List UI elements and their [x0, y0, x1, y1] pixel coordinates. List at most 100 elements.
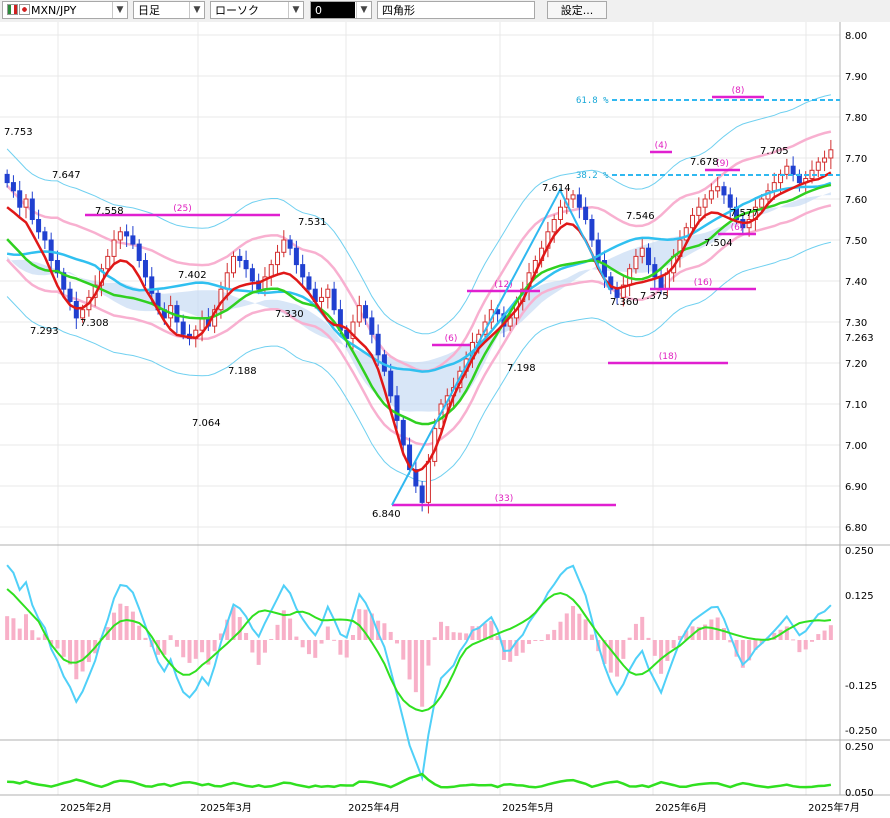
candle	[784, 165, 790, 175]
macd-bar	[420, 640, 425, 707]
settings-button[interactable]: 設定...	[547, 1, 607, 19]
y-tick-label: 7.263	[845, 333, 874, 344]
candle	[67, 288, 73, 303]
symbol-select[interactable]: MXN/JPY ▼	[2, 1, 128, 19]
candle	[589, 219, 595, 241]
candle	[42, 231, 48, 241]
macd-tick-label: -0.125	[845, 681, 877, 692]
candle	[715, 186, 721, 192]
pattern-count-label: (33)	[495, 494, 513, 504]
y-tick-label: 7.90	[845, 72, 867, 83]
macd-bar	[319, 640, 324, 644]
fib-label: 61.8 %	[576, 96, 609, 106]
pattern-count-label: (4)	[655, 141, 668, 151]
y-tick-label: 7.80	[845, 113, 867, 124]
x-tick-label: 2025年6月	[655, 801, 707, 814]
macd-bar	[445, 626, 450, 640]
macd-bar	[803, 640, 808, 650]
candle	[369, 317, 375, 335]
macd-bar	[621, 640, 626, 659]
macd-bar	[24, 614, 29, 640]
macd-bar	[137, 625, 142, 640]
chart-type-select[interactable]: ローソク ▼	[210, 1, 304, 19]
japan-flag-icon	[19, 4, 30, 15]
macd-bar	[306, 640, 311, 655]
candle	[180, 321, 186, 335]
candle	[199, 317, 205, 331]
macd-bar	[520, 640, 525, 653]
macd-bar	[589, 634, 594, 640]
macd-bar	[401, 640, 406, 660]
sub-tick-label: 0.250	[845, 742, 874, 753]
macd-bar	[193, 640, 198, 659]
candle	[690, 214, 696, 229]
candle	[400, 419, 406, 446]
macd-bar	[124, 606, 129, 640]
price-label: 7.360	[610, 297, 639, 308]
price-chart[interactable]: 61.8 %38.2 %(25)(6)(12)(33)(4)(9)(6)(16)…	[0, 22, 890, 818]
candle	[759, 198, 765, 208]
macd-bar	[564, 613, 569, 640]
drawing-tool-select[interactable]: 四角形	[377, 1, 535, 19]
color-select[interactable]: 0 ▼	[310, 1, 372, 19]
candle	[822, 157, 828, 163]
y-tick-label: 7.70	[845, 154, 867, 165]
candle	[419, 485, 425, 503]
chevron-down-icon: ▼	[112, 2, 127, 18]
macd-bar	[332, 639, 337, 641]
candle	[771, 182, 777, 192]
macd-bar	[571, 605, 576, 640]
macd-bar	[791, 639, 796, 641]
macd-bar	[671, 640, 676, 649]
macd-bar	[5, 616, 10, 640]
macd-bar	[527, 640, 532, 645]
macd-bar	[608, 640, 613, 673]
candle	[130, 235, 136, 245]
macd-bar	[250, 640, 255, 653]
macd-bar	[80, 640, 85, 672]
macd-bar	[174, 640, 179, 647]
candle	[287, 239, 293, 249]
price-label: 7.293	[30, 326, 59, 337]
candle	[17, 190, 23, 208]
candle	[319, 296, 325, 302]
chevron-down-icon: ▼	[189, 2, 204, 18]
x-tick-label: 2025年5月	[502, 801, 554, 814]
macd-bar	[640, 616, 645, 640]
macd-bar	[382, 623, 387, 640]
macd-bar	[30, 630, 35, 640]
timeframe-select[interactable]: 日足 ▼	[133, 1, 205, 19]
macd-bar	[300, 640, 305, 648]
macd-bar	[407, 640, 412, 680]
macd-bar	[143, 637, 148, 640]
macd-bar	[17, 628, 22, 640]
macd-bar	[627, 637, 632, 640]
candle	[363, 305, 369, 319]
macd-bar	[709, 619, 714, 640]
macd-tick-label: 0.125	[845, 591, 874, 602]
candle	[275, 251, 281, 266]
macd-bar	[822, 630, 827, 640]
macd-bar	[533, 640, 538, 641]
y-tick-label: 6.80	[845, 523, 867, 534]
macd-bar	[439, 621, 444, 640]
candle	[570, 194, 576, 200]
candle	[356, 305, 362, 323]
pattern-count-label: (6)	[445, 334, 458, 344]
price-label: 7.504	[704, 238, 733, 249]
candle	[727, 194, 733, 208]
mexico-flag-icon	[7, 4, 18, 15]
y-tick-label: 7.00	[845, 441, 867, 452]
macd-bar	[74, 640, 79, 680]
y-tick-label: 7.30	[845, 318, 867, 329]
candle	[702, 198, 708, 208]
candle	[646, 247, 652, 266]
x-tick-label: 2025年4月	[348, 801, 400, 814]
macd-bar	[797, 640, 802, 653]
macd-tick-label: -0.250	[845, 726, 877, 737]
candle	[117, 231, 123, 241]
color-value: 0	[311, 2, 355, 18]
macd-bar	[451, 632, 456, 640]
candle	[576, 194, 582, 208]
macd-bar	[269, 638, 274, 640]
